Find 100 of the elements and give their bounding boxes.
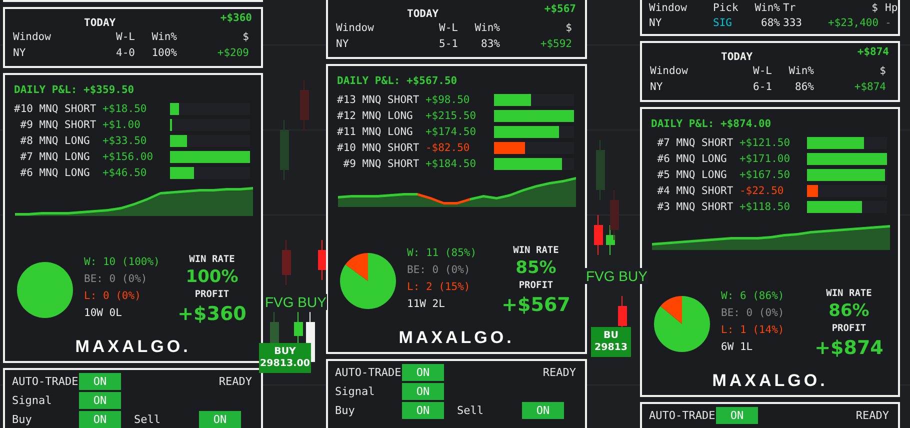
- toggle-button[interactable]: ON: [522, 402, 564, 419]
- table-cell: +$23,400: [828, 16, 878, 28]
- setting-label: Buy: [12, 413, 33, 426]
- toggle-button[interactable]: ON: [199, 411, 241, 428]
- trade-amount: +$121.50: [739, 137, 790, 149]
- table-cell-text: 5-1: [438, 38, 458, 50]
- table-cell-text: NY: [336, 38, 350, 50]
- trade-amount: +$1.00: [102, 119, 142, 131]
- column-header: Win%: [474, 22, 500, 34]
- win-rate-value: 86%: [828, 300, 870, 322]
- trade-side: MNQ SHORT: [39, 119, 96, 131]
- trade-amount: -$22.50: [739, 185, 785, 197]
- order-text: 29813: [594, 342, 628, 354]
- trade-side: MNQ SHORT: [362, 94, 420, 106]
- candle-icon: [596, 140, 605, 200]
- toggle-button[interactable]: ON: [402, 364, 444, 381]
- legend-text: L: 2 (15%): [407, 280, 472, 295]
- profit-label: PROFIT: [832, 322, 866, 336]
- legend-text: L: 1 (14%): [721, 323, 784, 338]
- trade-side: MNQ SHORT: [676, 137, 734, 149]
- table-cell-text: 83%: [480, 38, 500, 50]
- column-header: Window: [649, 2, 688, 14]
- order-text: 29813.00: [260, 358, 310, 370]
- logo-text: MAXALGO.: [398, 328, 514, 348]
- trade-number: #8: [19, 135, 33, 147]
- today-title: TODAY: [721, 51, 753, 63]
- table-cell-text: +$209: [216, 47, 249, 59]
- trade-side: MNQ LONG: [362, 110, 414, 122]
- setting-label: Signal: [335, 385, 376, 398]
- signal-label: FVG BUY: [585, 268, 648, 284]
- legend-text: BE: 0 (0%): [84, 272, 148, 287]
- setting-label: AUTO-TRADE: [335, 366, 402, 379]
- daily-pnl-title: DAILY P&L: +$874.00: [651, 117, 772, 131]
- trade-number: #4: [656, 185, 670, 197]
- setting-label: Sell: [457, 404, 484, 417]
- trade-amount: +$46.50: [102, 167, 148, 179]
- candle-icon: [280, 120, 289, 180]
- trade-amount: +$174.50: [425, 126, 476, 138]
- legend-text: W: 10 (100%): [84, 255, 160, 270]
- toggle-button[interactable]: ON: [402, 383, 444, 400]
- column-header: $: [242, 31, 249, 43]
- legend-text: BE: 0 (0%): [407, 263, 472, 278]
- column-header: Pick: [713, 2, 740, 14]
- trade-side: MNQ SHORT: [39, 103, 96, 115]
- table-cell-text: 86%: [794, 81, 814, 93]
- trade-side: MNQ LONG: [362, 126, 414, 138]
- toggle-button[interactable]: ON: [79, 411, 121, 428]
- status-text: READY: [542, 366, 576, 379]
- legend-text: BE: 0 (0%): [721, 306, 784, 321]
- trade-number: #7: [19, 151, 33, 163]
- column-header: Tr: [782, 2, 797, 14]
- column-header: $: [870, 2, 878, 14]
- trade-amount: +$215.50: [425, 110, 476, 122]
- trade-number: #6: [656, 153, 670, 165]
- win-rate-value: 100%: [186, 266, 238, 288]
- toggle-button[interactable]: ON: [402, 402, 444, 419]
- trade-number: #11: [337, 126, 356, 138]
- today-total: +$360: [220, 12, 253, 24]
- trade-amount: -$82.50: [425, 142, 471, 154]
- profit-value: +$360: [178, 302, 246, 326]
- column-header: Window: [336, 22, 375, 34]
- logo-text: MAXALGO.: [75, 337, 191, 357]
- column-header: W-L: [752, 65, 772, 77]
- toggle-button[interactable]: ON: [79, 392, 121, 409]
- trade-amount: +$167.50: [739, 169, 790, 181]
- daily-pnl-title: DAILY P&L: +$359.50: [14, 83, 136, 97]
- column-header: W-L: [438, 22, 458, 34]
- toggle-button[interactable]: ON: [79, 373, 121, 390]
- trade-amount: +$98.50: [425, 94, 471, 106]
- setting-label: AUTO-TRADE: [12, 375, 79, 388]
- today-total: +$874: [857, 46, 890, 58]
- candle-icon: [318, 240, 327, 280]
- trade-number: #13: [337, 94, 356, 106]
- daily-pnl-title: DAILY P&L: +$567.50: [337, 74, 458, 88]
- column-header: Window: [13, 31, 52, 43]
- candle-icon: [300, 80, 309, 130]
- column-header: Hp: [884, 2, 898, 14]
- setting-label: Buy: [335, 404, 356, 417]
- trade-side: MNQ SHORT: [362, 158, 420, 170]
- trade-side: MNQ LONG: [676, 169, 728, 181]
- table-cell-text: NY: [650, 81, 664, 93]
- legend-text: W: 6 (86%): [721, 289, 784, 304]
- trade-side: MNQ SHORT: [676, 185, 734, 197]
- column-header: $: [564, 22, 572, 34]
- setting-label: Signal: [12, 394, 53, 407]
- column-header: Win%: [754, 2, 780, 14]
- trade-side: MNQ LONG: [39, 167, 91, 179]
- trade-amount: +$171.00: [739, 153, 790, 165]
- column-header: Window: [650, 65, 689, 77]
- trade-number: #7: [656, 137, 670, 149]
- trade-amount: +$184.50: [425, 158, 476, 170]
- table-cell-text: 6-1: [752, 81, 772, 93]
- trade-amount: +$118.50: [739, 201, 790, 213]
- trade-number: #3: [656, 201, 670, 213]
- table-cell-text: 68%: [760, 16, 780, 28]
- toggle-button[interactable]: ON: [716, 407, 758, 424]
- table-cell-text: 333: [782, 16, 803, 28]
- logo-text: MAXALGO.: [712, 371, 828, 391]
- candle-icon: [594, 214, 603, 256]
- status-text: READY: [218, 375, 252, 388]
